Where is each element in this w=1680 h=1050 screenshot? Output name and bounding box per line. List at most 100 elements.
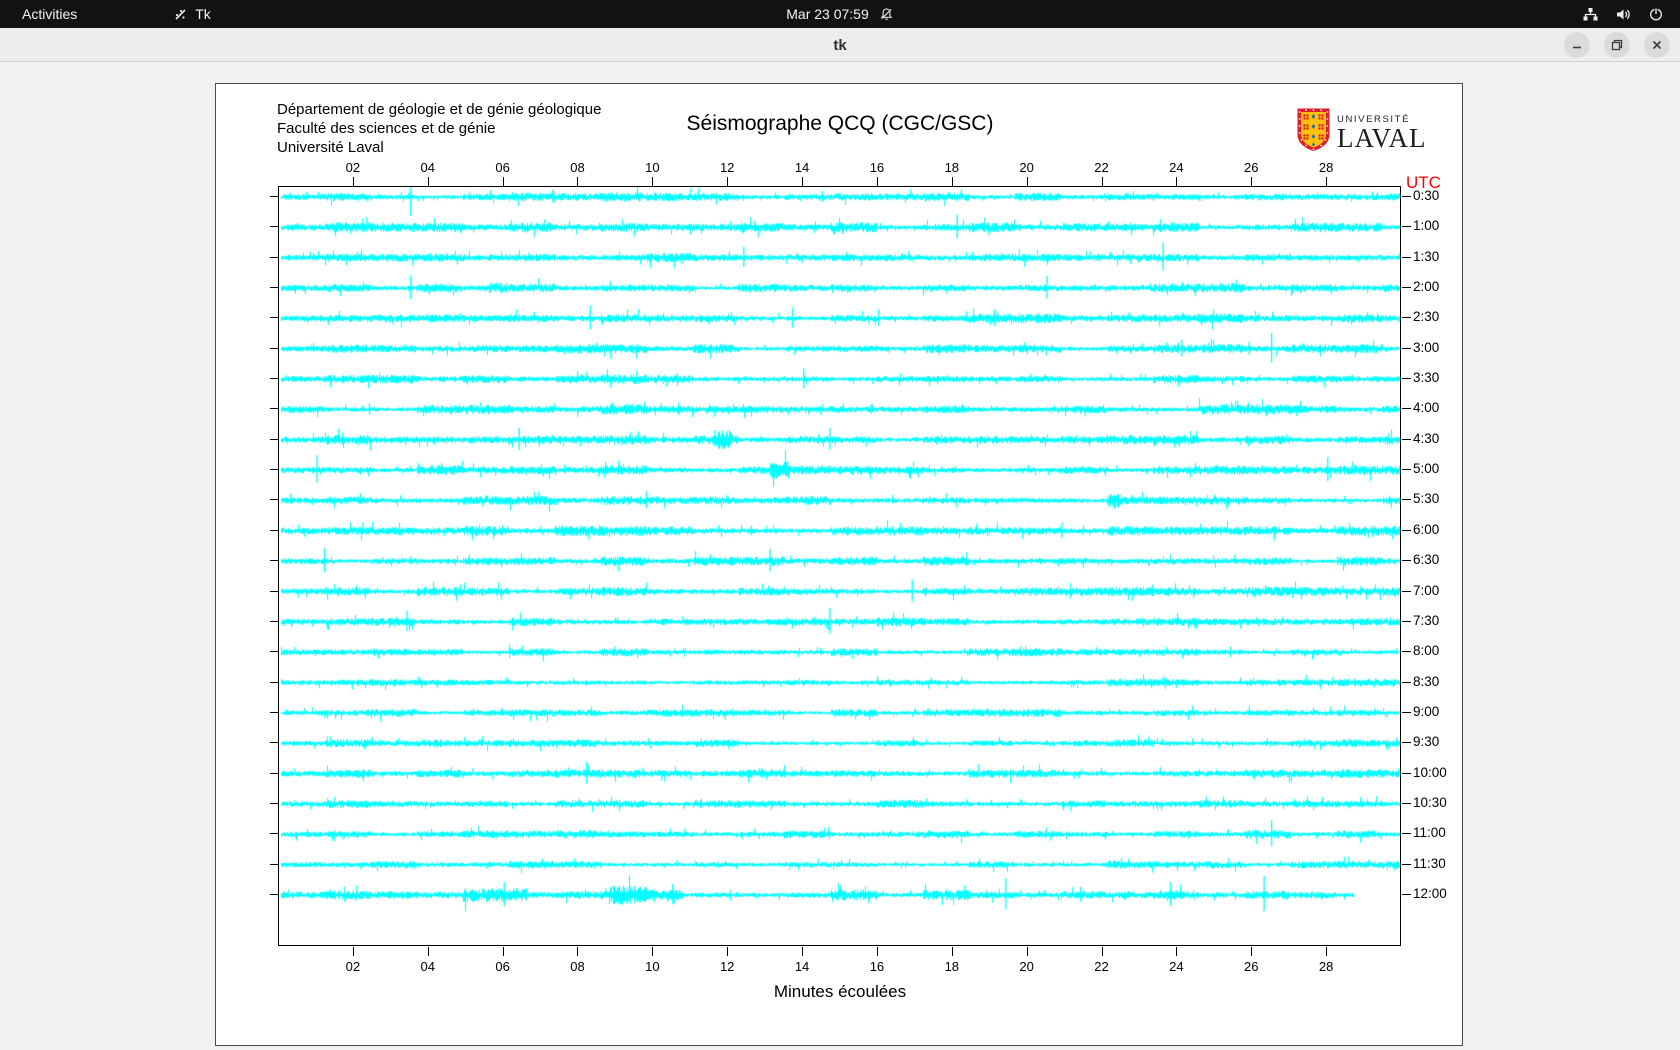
x-tick-bottom bbox=[652, 947, 654, 956]
clock-menu[interactable]: Mar 23 07:59 bbox=[786, 6, 894, 22]
y-tick-right bbox=[1402, 287, 1411, 289]
y-time-label: 5:00 bbox=[1413, 461, 1440, 477]
y-tick-right bbox=[1402, 226, 1411, 228]
x-tick-bottom bbox=[1326, 947, 1328, 956]
laval-logo-text: UNIVERSITÉ LAVAL bbox=[1337, 114, 1427, 153]
x-tick-top bbox=[427, 177, 429, 186]
y-tick-right bbox=[1402, 529, 1411, 531]
y-time-label: 9:30 bbox=[1413, 734, 1440, 750]
y-time-label: 12:00 bbox=[1413, 886, 1447, 901]
y-tick-left bbox=[270, 590, 278, 592]
x-tick-bottom bbox=[727, 947, 729, 956]
y-tick-left bbox=[270, 560, 278, 562]
y-time-label: 2:30 bbox=[1413, 309, 1440, 325]
laval-logo-line2: LAVAL bbox=[1337, 122, 1427, 153]
y-time-label: 1:00 bbox=[1413, 218, 1440, 234]
x-tick-label-bottom: 20 bbox=[1019, 959, 1034, 974]
x-tick-label-top: 12 bbox=[719, 160, 735, 175]
y-time-label: 3:30 bbox=[1413, 370, 1440, 386]
y-tick-right bbox=[1402, 196, 1411, 197]
close-button[interactable] bbox=[1644, 32, 1670, 58]
y-time-label: 11:00 bbox=[1413, 825, 1446, 841]
seismogram-traces bbox=[279, 187, 1402, 947]
x-tick-label-top: 14 bbox=[794, 160, 810, 175]
system-tray-menu[interactable] bbox=[1566, 0, 1680, 28]
x-tick-label-bottom: 08 bbox=[570, 959, 585, 974]
y-time-label: 8:30 bbox=[1413, 673, 1440, 689]
x-tick-label-top: 24 bbox=[1169, 160, 1184, 175]
x-tick-label-bottom: 18 bbox=[944, 959, 960, 974]
x-tick-label-top: 22 bbox=[1094, 160, 1109, 175]
x-tick-top bbox=[352, 177, 354, 186]
x-tick-label-top: 06 bbox=[495, 160, 510, 175]
x-tick-bottom bbox=[1176, 947, 1178, 956]
x-tick-label-top: 20 bbox=[1019, 160, 1034, 175]
minimize-button[interactable] bbox=[1564, 32, 1590, 58]
y-tick-right bbox=[1402, 499, 1411, 501]
minimize-icon bbox=[1573, 46, 1581, 49]
x-axis-title: Minutes écoulées bbox=[773, 982, 907, 1001]
y-time-label: 11:30 bbox=[1413, 855, 1446, 871]
x-tick-label-bottom: 22 bbox=[1094, 959, 1109, 974]
activities-button[interactable]: Activities bbox=[0, 0, 99, 28]
window-title-bar[interactable]: tk bbox=[0, 28, 1680, 62]
y-tick-right bbox=[1402, 894, 1411, 895]
x-tick-label-bottom: 06 bbox=[495, 959, 510, 974]
y-tick-left bbox=[270, 287, 278, 289]
tk-app-icon bbox=[173, 7, 188, 22]
y-tick-left bbox=[270, 863, 278, 865]
y-time-label: 9:00 bbox=[1413, 703, 1440, 719]
y-time-label: 10:30 bbox=[1413, 794, 1447, 810]
y-tick-right bbox=[1402, 347, 1411, 349]
notifications-muted-icon bbox=[879, 7, 894, 22]
window-title: tk bbox=[833, 36, 847, 54]
y-time-label: 7:00 bbox=[1413, 582, 1440, 598]
y-tick-left bbox=[270, 894, 278, 895]
x-tick-label-bottom: 14 bbox=[794, 959, 810, 974]
x-tick-label-top: 02 bbox=[345, 160, 361, 175]
laval-shield-icon bbox=[1296, 107, 1331, 157]
x-tick-label-top: 04 bbox=[420, 160, 435, 175]
y-tick-right bbox=[1402, 681, 1411, 683]
x-tick-label-bottom: 12 bbox=[719, 959, 735, 974]
x-tick-bottom bbox=[1251, 947, 1253, 956]
x-tick-label-top: 10 bbox=[645, 160, 660, 175]
x-tick-top bbox=[802, 177, 804, 186]
y-time-label: 1:30 bbox=[1413, 248, 1440, 264]
y-tick-left bbox=[270, 529, 278, 531]
y-time-label: 8:00 bbox=[1413, 643, 1440, 659]
y-tick-left bbox=[270, 469, 278, 471]
y-tick-left bbox=[270, 226, 278, 228]
y-tick-left bbox=[270, 378, 278, 380]
x-tick-top bbox=[502, 177, 504, 186]
y-tick-right bbox=[1402, 620, 1411, 622]
x-tick-label-bottom: 28 bbox=[1318, 959, 1334, 974]
utc-axis-label: UTC bbox=[1406, 173, 1441, 192]
x-tick-top bbox=[727, 177, 729, 186]
maximize-button[interactable] bbox=[1604, 32, 1630, 58]
tk-app-indicator-label: Tk bbox=[195, 6, 211, 22]
tk-app-indicator[interactable]: Tk bbox=[159, 0, 225, 28]
maximize-icon bbox=[1611, 39, 1623, 51]
x-tick-top bbox=[1101, 177, 1103, 186]
y-tick-left bbox=[270, 317, 278, 319]
x-tick-bottom bbox=[427, 947, 429, 956]
plot-title: Séismographe QCQ (CGC/GSC) bbox=[686, 112, 994, 135]
y-time-label: 3:00 bbox=[1413, 339, 1440, 355]
y-time-label: 4:30 bbox=[1413, 430, 1440, 446]
x-tick-top bbox=[1251, 177, 1253, 186]
y-tick-right bbox=[1402, 863, 1411, 865]
y-time-label: 4:00 bbox=[1413, 400, 1440, 416]
close-icon bbox=[1652, 40, 1662, 50]
clock-text: Mar 23 07:59 bbox=[786, 6, 869, 22]
x-tick-bottom bbox=[502, 947, 504, 956]
y-tick-right bbox=[1402, 378, 1411, 380]
seismograph-canvas: Département de géologie et de génie géol… bbox=[215, 83, 1463, 1046]
y-time-label: 7:30 bbox=[1413, 612, 1440, 628]
x-tick-bottom bbox=[951, 947, 953, 956]
x-tick-label-bottom: 24 bbox=[1169, 959, 1184, 974]
universite-laval-logo: UNIVERSITÉ LAVAL bbox=[1296, 107, 1427, 157]
y-tick-right bbox=[1402, 772, 1411, 774]
y-tick-right bbox=[1402, 590, 1411, 592]
x-tick-top bbox=[1176, 177, 1178, 186]
